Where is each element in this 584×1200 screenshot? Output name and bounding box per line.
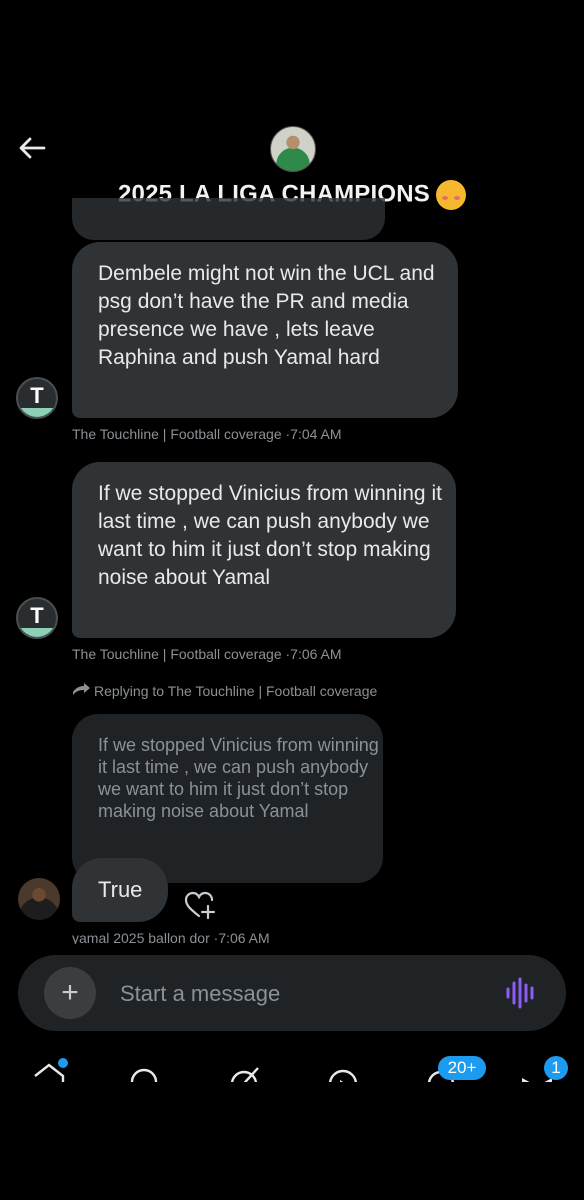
sender-avatar[interactable]: T — [16, 597, 58, 639]
message-meta: The Touchline | Football coverage ·7:04 … — [72, 426, 342, 442]
message-time: ·7:06 AM — [285, 646, 342, 662]
back-arrow-icon[interactable] — [14, 130, 50, 166]
avatar-rim — [18, 408, 56, 417]
message-input[interactable] — [120, 978, 480, 1010]
add-reaction-heart-icon[interactable] — [182, 888, 216, 922]
sender-name: yamal 2025 ballon dor — [72, 930, 210, 944]
home-notification-dot — [58, 1058, 68, 1068]
mail-badge: 1 — [544, 1056, 568, 1080]
sender-name: The Touchline | Football coverage — [72, 646, 282, 662]
grok-icon[interactable] — [228, 1060, 262, 1082]
avatar-rim — [18, 628, 56, 637]
voice-message-icon[interactable] — [502, 976, 542, 1010]
message-time: ·7:06 AM — [213, 930, 270, 944]
message-bubble[interactable]: True — [72, 858, 168, 922]
reply-context: Replying to The Touchline | Football cov… — [72, 683, 377, 699]
previous-message-bubble — [72, 198, 385, 240]
partying-face-emoji-icon — [436, 180, 466, 210]
touchline-logo-icon: T — [30, 383, 44, 408]
reply-arrow-icon — [73, 683, 90, 695]
message-meta: yamal 2025 ballon dor ·7:06 AM — [72, 930, 270, 944]
add-media-button[interactable]: + — [44, 967, 96, 1019]
sender-avatar[interactable]: T — [16, 377, 58, 419]
bottom-nav: 20+ 1 — [0, 1048, 584, 1082]
message-time: ·7:04 AM — [285, 426, 342, 442]
message-bubble[interactable]: If we stopped Vinicius from winning it l… — [72, 462, 456, 638]
plus-icon: + — [61, 976, 79, 1009]
message-bubble[interactable]: Dembele might not win the UCL and psg do… — [72, 242, 458, 418]
touchline-logo-icon: T — [30, 603, 44, 628]
reply-label: Replying to The Touchline | Football cov… — [94, 683, 378, 699]
message-meta: The Touchline | Football coverage ·7:06 … — [72, 646, 342, 662]
spaces-icon[interactable] — [326, 1060, 360, 1082]
sender-name: The Touchline | Football coverage — [72, 426, 282, 442]
notifications-badge: 20+ — [438, 1056, 486, 1080]
sender-avatar[interactable] — [18, 878, 60, 920]
search-icon[interactable] — [128, 1060, 162, 1082]
group-avatar[interactable] — [270, 126, 316, 172]
